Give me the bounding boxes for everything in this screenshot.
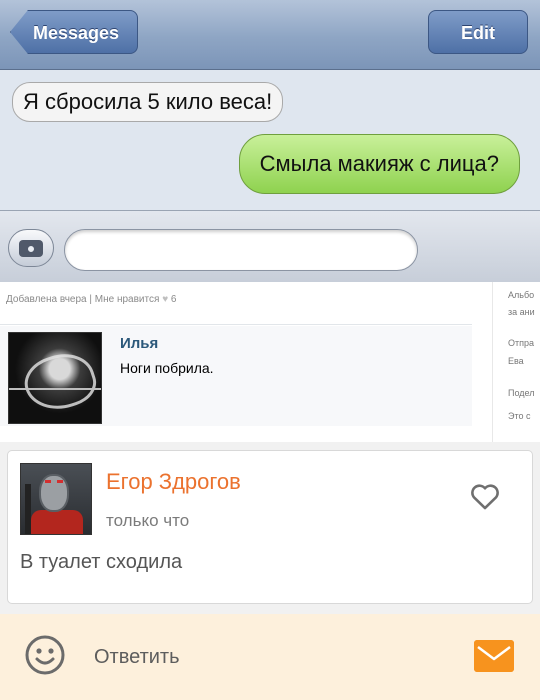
ios-messages-screenshot: Messages Edit Я сбросила 5 кило веса! См… [0, 0, 540, 282]
messages-back-button[interactable]: Messages [10, 10, 138, 54]
ok-comment-section: Егор Здрогов только что В туалет сходила [0, 442, 540, 614]
camera-icon [19, 239, 43, 257]
vk-sidebar: Альбо за ани Отпра Ева Подел Это с [508, 282, 540, 442]
author-avatar[interactable] [20, 463, 92, 535]
sidebar-text: Отпра [508, 338, 535, 348]
sidebar-text: за ани [508, 307, 535, 317]
message-text-field[interactable] [64, 229, 418, 271]
commenter-avatar[interactable] [8, 332, 102, 424]
vk-post-screenshot: Добавлена вчера | Мне нравится ♥ 6 Илья … [0, 282, 540, 442]
heart-outline-icon[interactable] [468, 479, 502, 513]
comment-text: Ноги побрила. [120, 360, 214, 376]
smile-icon[interactable] [24, 634, 66, 676]
comment-author[interactable]: Илья [120, 335, 158, 352]
camera-button[interactable] [8, 229, 54, 267]
edit-button[interactable]: Edit [428, 10, 528, 54]
sidebar-text: Подел [508, 388, 535, 398]
post-meta: Добавлена вчера | Мне нравится ♥ 6 [6, 294, 176, 305]
sidebar-text: Ева [508, 356, 524, 366]
post-date: Добавлена вчера [6, 294, 87, 305]
comment-text: В туалет сходила [20, 551, 183, 573]
reply-bar: Ответить [0, 614, 540, 700]
messages-navbar: Messages Edit [0, 0, 540, 70]
comment-timestamp: только что [106, 511, 190, 530]
message-thread: Я сбросила 5 кило веса! Смыла макияж с л… [0, 70, 540, 210]
outgoing-message-bubble: Смыла макияж с лица? [238, 134, 520, 194]
like-link[interactable]: Мне нравится [95, 294, 160, 305]
comment-card: Егор Здрогов только что В туалет сходила [7, 450, 533, 604]
divider [0, 324, 472, 325]
heart-icon: ♥ [162, 294, 169, 305]
meta-separator: | [89, 294, 92, 305]
sidebar-text: Это с [508, 411, 531, 421]
like-count: 6 [170, 294, 177, 305]
incoming-message-bubble: Я сбросила 5 кило веса! [12, 82, 284, 122]
column-divider [492, 282, 493, 442]
author-name[interactable]: Егор Здрогов [106, 469, 241, 495]
sidebar-text: Альбо [508, 290, 535, 300]
mail-icon[interactable] [474, 640, 514, 672]
vk-comment: Илья Ноги побрила. [0, 326, 472, 426]
reply-input[interactable]: Ответить [94, 646, 180, 669]
message-input-bar [0, 210, 540, 282]
